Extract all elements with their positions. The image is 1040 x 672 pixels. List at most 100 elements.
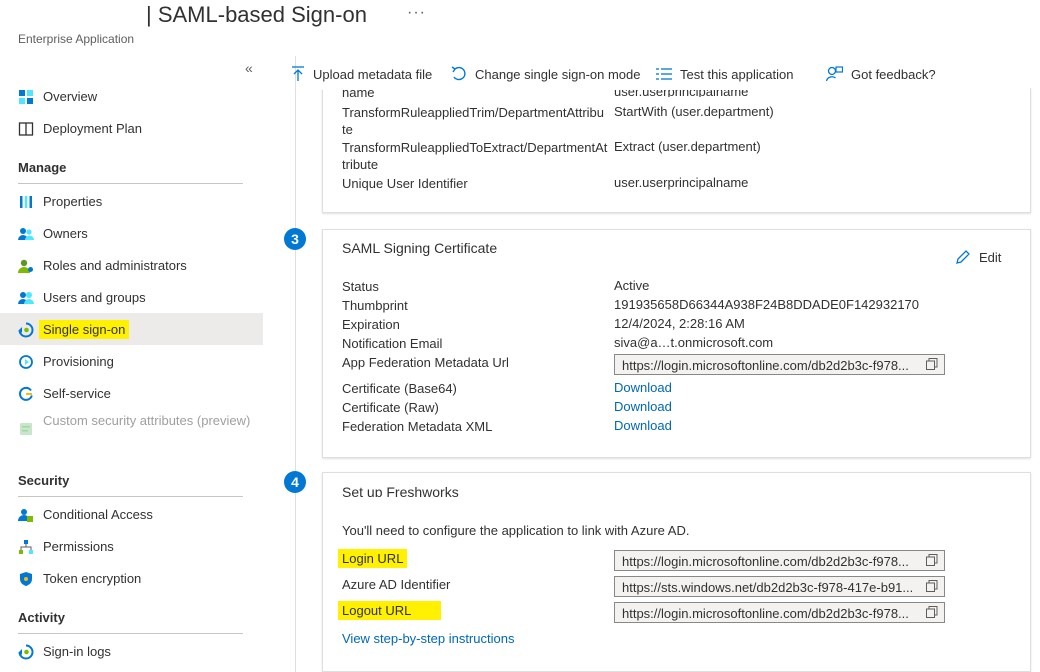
notification-email-value: siva@a…t.onmicrosoft.com — [614, 335, 774, 350]
thumbprint-value: 191935658D66344A938F24B8DDADE0F142932170 — [614, 297, 920, 312]
sidebar-item-label: Self-service — [43, 385, 111, 401]
field-label: App Federation Metadata Url — [342, 355, 509, 370]
logout-url-field[interactable]: https://login.microsoftonline.com/db2d2b… — [614, 602, 945, 623]
sidebar-item-owners[interactable]: Owners — [0, 217, 263, 249]
field-label: Certificate (Base64) — [342, 381, 457, 396]
field-label: Azure AD Identifier — [342, 577, 451, 592]
expiration-value: 12/4/2024, 2:28:16 AM — [614, 316, 745, 331]
shield-icon — [20, 572, 32, 586]
attribute-value: Extract (user.department) — [614, 139, 761, 154]
attribute-name: Unique User Identifier — [342, 176, 468, 191]
provisioning-icon — [19, 355, 33, 369]
sidebar-item-label: Provisioning — [43, 353, 114, 369]
field-label: Thumbprint — [342, 298, 408, 313]
attribute-name: TransformRuleappliedToExtract/Department… — [342, 140, 608, 172]
custom-attributes-icon — [20, 423, 32, 435]
test-application-button[interactable]: Test this application — [656, 62, 793, 86]
sidebar-item-conditional-access[interactable]: Conditional Access — [0, 498, 263, 530]
divider — [18, 633, 243, 634]
book-icon — [18, 122, 34, 136]
feedback-button[interactable]: Got feedback? — [826, 62, 936, 86]
permissions-icon — [19, 540, 33, 554]
attribute-value: user.userprincipalname — [614, 175, 749, 190]
step-by-step-instructions-link[interactable]: View step-by-step instructions — [342, 630, 514, 647]
divider — [18, 496, 243, 497]
upload-metadata-button[interactable]: Upload metadata file — [291, 62, 432, 86]
copy-icon[interactable] — [926, 554, 938, 566]
signin-logs-icon — [18, 644, 34, 660]
sidebar-item-label: Roles and administrators — [43, 257, 187, 273]
field-label: Notification Email — [342, 336, 443, 351]
sidebar-item-label: Custom security attributes (preview) — [43, 413, 251, 428]
sidebar-item-self-service[interactable]: Self-service — [0, 377, 263, 409]
sidebar-item-token-encryption[interactable]: Token encryption — [0, 562, 263, 594]
sidebar-item-label: Overview — [43, 88, 98, 104]
field-label: Login URL — [338, 549, 408, 568]
download-base64-link[interactable]: Download — [614, 380, 672, 395]
step-badge-4: 4 — [284, 471, 306, 493]
field-label: Federation Metadata XML — [342, 419, 493, 434]
sidebar-item-label: Owners — [43, 225, 88, 241]
upload-icon — [292, 66, 304, 81]
list-icon — [656, 68, 672, 80]
edit-certificate-button[interactable]: Edit — [955, 249, 1001, 265]
sidebar-item-properties[interactable]: Properties — [0, 185, 263, 217]
attribute-name: TransformRuleappliedTrim/DepartmentAttri… — [342, 105, 605, 137]
section-heading-security: Security — [18, 473, 70, 488]
sidebar-item-users-groups[interactable]: Users and groups — [0, 281, 263, 313]
sidebar-item-label: Conditional Access — [43, 506, 153, 522]
card-title: SAML Signing Certificate — [342, 240, 498, 256]
section-heading-manage: Manage — [18, 160, 67, 175]
sidebar-item-overview[interactable]: Overview — [0, 80, 263, 112]
status-value: Active — [614, 278, 650, 293]
sidebar-item-sign-in-logs[interactable]: Sign-in logs — [0, 635, 263, 667]
card-title: Set up Freshworks — [342, 484, 459, 497]
azure-ad-identifier-field[interactable]: https://sts.windows.net/db2d2b3c-f978-41… — [614, 576, 945, 597]
overview-icon — [19, 90, 33, 104]
properties-icon — [20, 196, 32, 208]
copy-icon[interactable] — [926, 580, 938, 592]
sso-icon — [18, 322, 34, 338]
section-heading-activity: Activity — [18, 610, 65, 625]
download-raw-link[interactable]: Download — [614, 399, 672, 414]
sidebar: Overview Deployment Plan Manage Properti… — [0, 56, 264, 672]
sidebar-item-label: Token encryption — [43, 570, 142, 586]
conditional-access-icon — [18, 509, 33, 522]
step-badge-3: 3 — [284, 228, 306, 250]
sidebar-item-roles[interactable]: Roles and administrators — [0, 249, 263, 281]
field-label: Status — [342, 279, 379, 294]
field-label: Certificate (Raw) — [342, 400, 439, 415]
login-url-field[interactable]: https://login.microsoftonline.com/db2d2b… — [614, 550, 945, 571]
roles-icon — [18, 259, 33, 273]
sidebar-item-label: Users and groups — [43, 289, 146, 305]
attribute-value: StartWith (user.department) — [614, 104, 774, 119]
undo-icon — [451, 66, 466, 81]
copy-icon[interactable] — [926, 358, 938, 370]
self-service-icon — [19, 386, 33, 401]
page-subtitle: Enterprise Application — [18, 32, 135, 46]
metadata-url-field[interactable]: https://login.microsoftonline.com/db2d2b… — [614, 354, 945, 375]
field-label: Expiration — [342, 317, 400, 332]
change-sso-mode-button[interactable]: Change single sign-on mode — [451, 62, 641, 86]
feedback-icon — [826, 66, 843, 82]
sidebar-item-permissions[interactable]: Permissions — [0, 530, 263, 562]
sidebar-item-deployment-plan[interactable]: Deployment Plan — [0, 112, 263, 144]
sidebar-item-single-sign-on[interactable]: Single sign-on — [0, 313, 263, 345]
owners-icon — [18, 228, 34, 240]
sidebar-item-label: Deployment Plan — [43, 120, 142, 136]
pencil-icon — [956, 250, 970, 264]
sidebar-item-label: Sign-in logs — [43, 643, 111, 659]
download-xml-link[interactable]: Download — [614, 418, 672, 433]
users-icon — [18, 292, 34, 304]
sidebar-item-label: Properties — [43, 193, 103, 209]
page-title: | SAML-based Sign-on — [146, 2, 367, 27]
sidebar-item-provisioning[interactable]: Provisioning — [0, 345, 263, 377]
setup-intro: You'll need to configure the application… — [342, 523, 690, 538]
field-label: Logout URL — [338, 601, 442, 620]
divider — [295, 56, 296, 672]
sidebar-item-label: Single sign-on — [39, 319, 130, 339]
sidebar-item-custom-security-attributes: Custom security attributes (preview) — [0, 409, 263, 449]
divider — [18, 183, 243, 184]
copy-icon[interactable] — [926, 606, 938, 618]
more-options-icon[interactable]: ··· — [407, 4, 426, 22]
